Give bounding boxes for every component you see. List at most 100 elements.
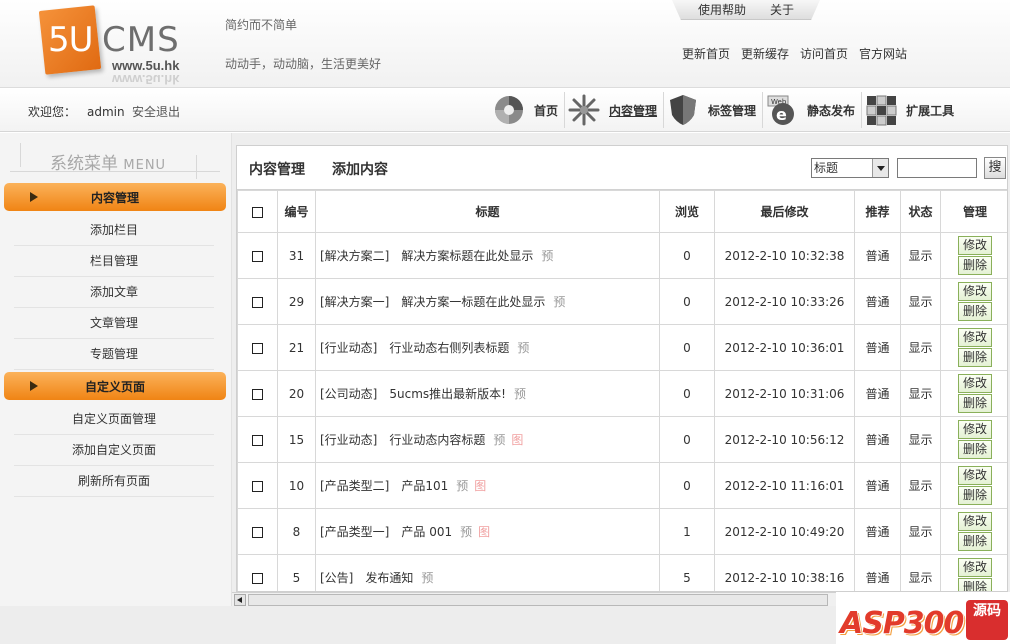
edit-button[interactable]: 修改 bbox=[958, 328, 992, 347]
delete-button[interactable]: 删除 bbox=[958, 302, 992, 321]
row-title[interactable]: 发布通知 bbox=[365, 571, 413, 585]
edit-button[interactable]: 修改 bbox=[958, 512, 992, 531]
sidebar-item-topic-manage[interactable]: 专题管理 bbox=[14, 339, 214, 370]
delete-button[interactable]: 删除 bbox=[958, 394, 992, 413]
row-category[interactable]: [解决方案一] bbox=[320, 295, 389, 309]
table-header-row: 编号 标题 浏览 最后修改 推荐 状态 管理 bbox=[237, 190, 1007, 233]
row-recommend: 普通 bbox=[854, 324, 901, 371]
row-category[interactable]: [行业动态] bbox=[320, 433, 377, 447]
sidebar-item-article-manage[interactable]: 文章管理 bbox=[14, 308, 214, 339]
quick-links: 更新首页 更新缓存 访问首页 官方网站 bbox=[682, 45, 907, 62]
nav-tools-label: 扩展工具 bbox=[906, 103, 955, 118]
search-button[interactable]: 搜 bbox=[984, 157, 1006, 179]
select-all-checkbox[interactable] bbox=[252, 206, 263, 218]
row-title[interactable]: 解决方案标题在此处显示 bbox=[401, 249, 533, 263]
row-category[interactable]: [产品类型一] bbox=[320, 525, 389, 539]
row-title[interactable]: 产品 001 bbox=[401, 525, 452, 539]
row-select-cell bbox=[237, 462, 278, 509]
col-title: 标题 bbox=[315, 190, 660, 233]
row-title[interactable]: 解决方案一标题在此处显示 bbox=[401, 295, 545, 309]
sidebar-item-add-custom-page[interactable]: 添加自定义页面 bbox=[14, 435, 214, 466]
add-content-link[interactable]: 添加内容 bbox=[332, 159, 388, 179]
row-status: 显示 bbox=[900, 278, 941, 325]
sidebar-group-content[interactable]: 内容管理 bbox=[4, 183, 226, 211]
delete-button[interactable]: 删除 bbox=[958, 256, 992, 275]
sidebar-item-column-manage[interactable]: 栏目管理 bbox=[14, 246, 214, 277]
row-category[interactable]: [公告] bbox=[320, 571, 353, 585]
nav-publish[interactable]: Web e 静态发布 bbox=[763, 92, 863, 128]
svg-text:e: e bbox=[776, 105, 787, 124]
row-preview-link[interactable]: 预 bbox=[421, 571, 433, 585]
edit-button[interactable]: 修改 bbox=[958, 558, 992, 577]
sidebar-group-custom-page[interactable]: 自定义页面 bbox=[4, 372, 226, 400]
help-link[interactable]: 使用帮助 bbox=[698, 1, 746, 18]
sidebar-title: 系统菜单 MENU bbox=[50, 149, 166, 174]
main-nav: 首页 内容管理 标签管理 Web e 静态发布 扩展工具 bbox=[490, 92, 960, 128]
row-id: 8 bbox=[277, 508, 316, 555]
sidebar-item-custom-page-manage[interactable]: 自定义页面管理 bbox=[14, 404, 214, 435]
search-field-select[interactable]: 标题 bbox=[811, 158, 889, 178]
nav-tags[interactable]: 标签管理 bbox=[664, 92, 764, 128]
nav-home[interactable]: 首页 bbox=[490, 92, 566, 128]
delete-button[interactable]: 删除 bbox=[958, 348, 992, 367]
about-link[interactable]: 关于 bbox=[770, 1, 794, 18]
delete-button[interactable]: 删除 bbox=[958, 578, 992, 591]
row-preview-link[interactable]: 预 bbox=[517, 341, 529, 355]
row-manage-cell: 修改 删除 bbox=[940, 416, 1007, 463]
row-checkbox[interactable] bbox=[252, 296, 263, 308]
search-input[interactable] bbox=[897, 158, 977, 178]
scroll-left-icon[interactable] bbox=[234, 594, 246, 606]
row-image-flag: 图 bbox=[474, 479, 487, 493]
row-title-cell: [产品类型二] 产品101 预图 bbox=[315, 462, 660, 509]
row-category[interactable]: [产品类型二] bbox=[320, 479, 389, 493]
content-panel: 内容管理 添加内容 标题 搜 编号 标题 浏览 最后修改 推荐 状态 管理 31… bbox=[236, 145, 1008, 592]
row-checkbox[interactable] bbox=[252, 342, 263, 354]
row-preview-link[interactable]: 预 bbox=[541, 249, 553, 263]
row-category[interactable]: [公司动态] bbox=[320, 387, 377, 401]
update-cache-link[interactable]: 更新缓存 bbox=[741, 45, 789, 62]
row-status: 显示 bbox=[900, 554, 941, 591]
row-modified: 2012-2-10 10:38:16 bbox=[714, 554, 855, 591]
chevron-down-icon bbox=[872, 159, 888, 177]
scrollbar-thumb[interactable] bbox=[248, 594, 828, 606]
edit-button[interactable]: 修改 bbox=[958, 282, 992, 301]
row-title[interactable]: 产品101 bbox=[401, 479, 448, 493]
nav-content[interactable]: 内容管理 bbox=[565, 92, 665, 128]
row-preview-link[interactable]: 预 bbox=[456, 479, 468, 493]
row-category[interactable]: [解决方案二] bbox=[320, 249, 389, 263]
edit-button[interactable]: 修改 bbox=[958, 420, 992, 439]
sidebar-item-refresh-pages[interactable]: 刷新所有页面 bbox=[14, 466, 214, 497]
row-checkbox[interactable] bbox=[252, 572, 263, 584]
sidebar-item-add-column[interactable]: 添加栏目 bbox=[14, 215, 214, 246]
delete-button[interactable]: 删除 bbox=[958, 486, 992, 505]
row-checkbox[interactable] bbox=[252, 434, 263, 446]
sidebar-item-add-article[interactable]: 添加文章 bbox=[14, 277, 214, 308]
row-checkbox[interactable] bbox=[252, 250, 263, 262]
edit-button[interactable]: 修改 bbox=[958, 374, 992, 393]
row-title[interactable]: 5ucms推出最新版本! bbox=[389, 387, 506, 401]
row-title-cell: [行业动态] 行业动态内容标题预图 bbox=[315, 416, 660, 463]
official-site-link[interactable]: 官方网站 bbox=[859, 45, 907, 62]
row-title[interactable]: 行业动态内容标题 bbox=[389, 433, 485, 447]
row-checkbox[interactable] bbox=[252, 526, 263, 538]
row-title[interactable]: 行业动态右侧列表标题 bbox=[389, 341, 509, 355]
visit-home-link[interactable]: 访问首页 bbox=[800, 45, 848, 62]
row-select-cell bbox=[237, 554, 278, 591]
row-preview-link[interactable]: 预 bbox=[553, 295, 565, 309]
delete-button[interactable]: 删除 bbox=[958, 532, 992, 551]
nav-tools[interactable]: 扩展工具 bbox=[862, 92, 960, 128]
row-preview-link[interactable]: 预 bbox=[460, 525, 472, 539]
row-category[interactable]: [行业动态] bbox=[320, 341, 377, 355]
row-preview-link[interactable]: 预 bbox=[514, 387, 526, 401]
update-home-link[interactable]: 更新首页 bbox=[682, 45, 730, 62]
edit-button[interactable]: 修改 bbox=[958, 466, 992, 485]
content-icon bbox=[567, 93, 601, 127]
row-preview-link[interactable]: 预 bbox=[493, 433, 505, 447]
row-status: 显示 bbox=[900, 462, 941, 509]
edit-button[interactable]: 修改 bbox=[958, 236, 992, 255]
delete-button[interactable]: 删除 bbox=[958, 440, 992, 459]
logout-link[interactable]: 安全退出 bbox=[132, 103, 180, 120]
row-views: 1 bbox=[659, 508, 715, 555]
row-checkbox[interactable] bbox=[252, 388, 263, 400]
row-checkbox[interactable] bbox=[252, 480, 263, 492]
